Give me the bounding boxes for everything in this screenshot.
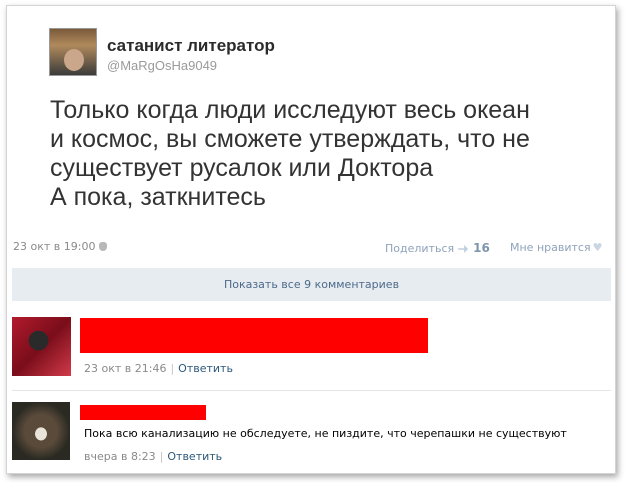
show-all-comments-button[interactable]: Показать все 9 комментариев [12, 268, 611, 301]
avatar-face [64, 49, 84, 71]
share-icon [458, 245, 469, 253]
post-date[interactable]: 23 окт в 19:00 [13, 240, 108, 253]
share-count: 16 [473, 241, 490, 255]
share-button[interactable]: Поделиться 16 [385, 241, 490, 255]
like-button[interactable]: Мне нравится ♥ [510, 241, 602, 254]
post-text-line: А пока, заткнитесь [50, 183, 266, 211]
comment-date[interactable]: 23 окт в 21:46 [84, 362, 166, 375]
like-label: Мне нравится [510, 241, 591, 254]
comment-date[interactable]: вчера в 8:23 [84, 450, 156, 463]
post-text-line: Только когда люди исследуют весь океан [50, 96, 530, 124]
author-name[interactable]: сатанист литератор [107, 36, 275, 56]
reply-link[interactable]: Ответить [178, 362, 233, 375]
post-text: Только когда люди исследуют весь океан и… [50, 96, 615, 212]
author-avatar[interactable] [49, 28, 97, 76]
redacted-comment [80, 318, 428, 353]
reply-link[interactable]: Ответить [167, 450, 222, 463]
comment-meta: вчера в 8:23 | Ответить [84, 450, 222, 463]
comment-avatar[interactable] [12, 402, 70, 460]
redacted-author-name [80, 405, 206, 420]
separator: | [159, 450, 164, 463]
heart-icon: ♥ [592, 241, 603, 254]
apple-icon [99, 242, 108, 251]
comment-meta: 23 окт в 21:46 | Ответить [84, 362, 233, 375]
author-handle[interactable]: @MaRgOsHa9049 [107, 58, 217, 73]
separator: | [170, 362, 175, 375]
comment-divider [12, 390, 611, 391]
post-date-text: 23 окт в 19:00 [13, 240, 96, 253]
post-text-line: существует русалок или Доктора [50, 154, 434, 182]
post-text-line: и космос, вы сможете утверждать, что не [50, 125, 530, 153]
share-label: Поделиться [385, 242, 455, 255]
comment-text: Пока всю канализацию не обследуете, не п… [84, 427, 567, 440]
comment-avatar[interactable] [12, 317, 71, 376]
